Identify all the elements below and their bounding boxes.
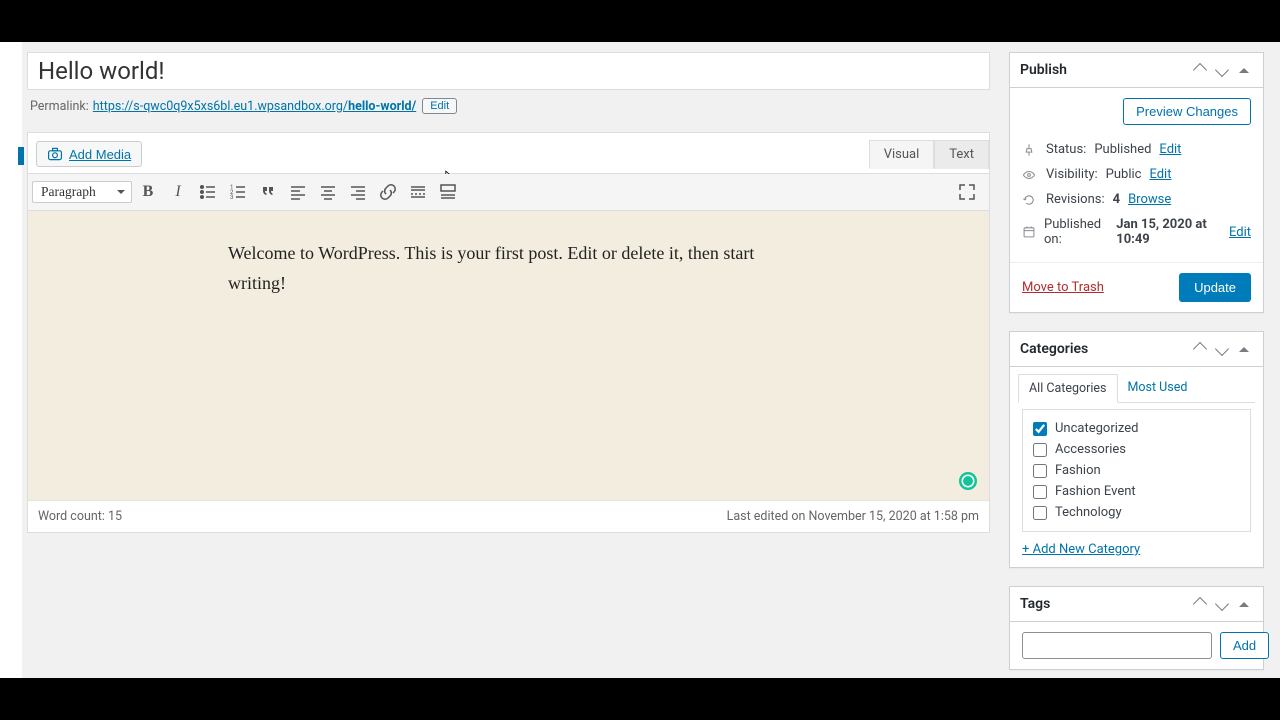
permalink-edit-button[interactable]: Edit bbox=[422, 98, 457, 114]
revisions-browse-link[interactable]: Browse bbox=[1128, 192, 1171, 207]
category-item[interactable]: Fashion bbox=[1033, 460, 1240, 481]
publish-panel: Publish Preview Changes Status: Publishe… bbox=[1009, 52, 1264, 313]
admin-menu-strip bbox=[0, 42, 22, 678]
editor-mode-tabs: Visual Text bbox=[869, 139, 989, 168]
add-tag-button[interactable]: Add bbox=[1220, 632, 1269, 659]
permalink-row: Permalink: https://s-qwc0q9x5xs6bl.eu1.w… bbox=[30, 98, 990, 114]
category-item[interactable]: Technology bbox=[1033, 502, 1240, 523]
add-new-category-link[interactable]: + Add New Category bbox=[1022, 542, 1140, 557]
panel-move-down-icon[interactable] bbox=[1213, 595, 1231, 613]
panel-toggle-icon[interactable] bbox=[1235, 61, 1253, 79]
category-checkbox[interactable] bbox=[1033, 443, 1047, 457]
editor-box: Add Media Visual Text Paragraph B I 123 bbox=[27, 132, 990, 533]
preview-changes-button[interactable]: Preview Changes bbox=[1123, 98, 1251, 125]
readmore-button[interactable] bbox=[404, 178, 432, 206]
permalink-url[interactable]: https://s-qwc0q9x5xs6bl.eu1.wpsandbox.or… bbox=[93, 99, 416, 114]
published-edit-link[interactable]: Edit bbox=[1229, 225, 1251, 240]
category-checkbox[interactable] bbox=[1033, 422, 1047, 436]
panel-move-down-icon[interactable] bbox=[1213, 61, 1231, 79]
number-list-button[interactable]: 123 bbox=[224, 178, 252, 206]
svg-text:3: 3 bbox=[230, 194, 233, 201]
bullet-list-button[interactable] bbox=[194, 178, 222, 206]
pin-icon bbox=[1022, 143, 1038, 157]
published-value: Jan 15, 2020 at 10:49 bbox=[1116, 217, 1221, 247]
update-button[interactable]: Update bbox=[1179, 273, 1251, 302]
category-checkbox[interactable] bbox=[1033, 485, 1047, 499]
align-center-button[interactable] bbox=[314, 178, 342, 206]
tab-text[interactable]: Text bbox=[934, 140, 989, 169]
panel-toggle-icon[interactable] bbox=[1235, 340, 1253, 358]
publish-title: Publish bbox=[1020, 62, 1067, 78]
tag-input[interactable] bbox=[1022, 632, 1212, 659]
word-count: Word count: 15 bbox=[38, 509, 122, 524]
status-value: Published bbox=[1094, 142, 1151, 157]
toolbar-toggle-button[interactable] bbox=[434, 178, 462, 206]
categories-panel: Categories All Categories Most Used Unca… bbox=[1009, 331, 1264, 568]
panel-toggle-icon[interactable] bbox=[1235, 595, 1253, 613]
add-media-button[interactable]: Add Media bbox=[36, 141, 142, 167]
permalink-label: Permalink: bbox=[30, 99, 89, 114]
tab-visual[interactable]: Visual bbox=[869, 140, 935, 169]
category-item[interactable]: Uncategorized bbox=[1033, 418, 1240, 439]
editor-main: Permalink: https://s-qwc0q9x5xs6bl.eu1.w… bbox=[27, 52, 990, 533]
blockquote-button[interactable] bbox=[254, 178, 282, 206]
grammarly-icon[interactable] bbox=[959, 472, 977, 490]
calendar-icon bbox=[1022, 225, 1036, 239]
camera-icon bbox=[47, 146, 63, 162]
fullscreen-button[interactable] bbox=[953, 178, 981, 206]
editor-canvas[interactable]: Welcome to WordPress. This is your first… bbox=[28, 211, 989, 501]
link-button[interactable] bbox=[374, 178, 402, 206]
category-list: Uncategorized Accessories Fashion Fashio… bbox=[1022, 409, 1251, 532]
bold-button[interactable]: B bbox=[134, 178, 162, 206]
editor-toolbar: Paragraph B I 123 bbox=[28, 174, 989, 211]
panel-move-up-icon[interactable] bbox=[1191, 595, 1209, 613]
align-left-button[interactable] bbox=[284, 178, 312, 206]
panel-move-up-icon[interactable] bbox=[1191, 61, 1209, 79]
italic-button[interactable]: I bbox=[164, 178, 192, 206]
category-checkbox[interactable] bbox=[1033, 506, 1047, 520]
visibility-value: Public bbox=[1106, 167, 1142, 182]
category-checkbox[interactable] bbox=[1033, 464, 1047, 478]
post-title-input[interactable] bbox=[27, 52, 990, 90]
revisions-label: Revisions: bbox=[1046, 192, 1105, 207]
tags-title: Tags bbox=[1020, 596, 1050, 612]
visibility-label: Visibility: bbox=[1046, 167, 1098, 182]
move-to-trash-link[interactable]: Move to Trash bbox=[1022, 280, 1104, 295]
sidebar: Publish Preview Changes Status: Publishe… bbox=[1009, 52, 1264, 678]
tab-most-used[interactable]: Most Used bbox=[1117, 373, 1199, 402]
last-edited: Last edited on November 15, 2020 at 1:58… bbox=[727, 509, 979, 524]
category-item[interactable]: Fashion Event bbox=[1033, 481, 1240, 502]
tab-all-categories[interactable]: All Categories bbox=[1018, 374, 1118, 403]
published-label: Published on: bbox=[1044, 217, 1108, 247]
format-select[interactable]: Paragraph bbox=[32, 181, 132, 203]
eye-icon bbox=[1022, 168, 1038, 182]
panel-move-down-icon[interactable] bbox=[1213, 340, 1231, 358]
post-content: Welcome to WordPress. This is your first… bbox=[228, 239, 789, 298]
category-item[interactable]: Accessories bbox=[1033, 439, 1240, 460]
tags-panel: Tags Add bbox=[1009, 586, 1264, 670]
panel-move-up-icon[interactable] bbox=[1191, 340, 1209, 358]
visibility-edit-link[interactable]: Edit bbox=[1149, 167, 1171, 182]
categories-title: Categories bbox=[1020, 341, 1088, 357]
revisions-count: 4 bbox=[1113, 192, 1120, 207]
revisions-icon bbox=[1022, 193, 1038, 207]
status-edit-link[interactable]: Edit bbox=[1159, 142, 1181, 157]
align-right-button[interactable] bbox=[344, 178, 372, 206]
status-label: Status: bbox=[1046, 142, 1086, 157]
editor-statusbar: Word count: 15 Last edited on November 1… bbox=[28, 501, 989, 532]
